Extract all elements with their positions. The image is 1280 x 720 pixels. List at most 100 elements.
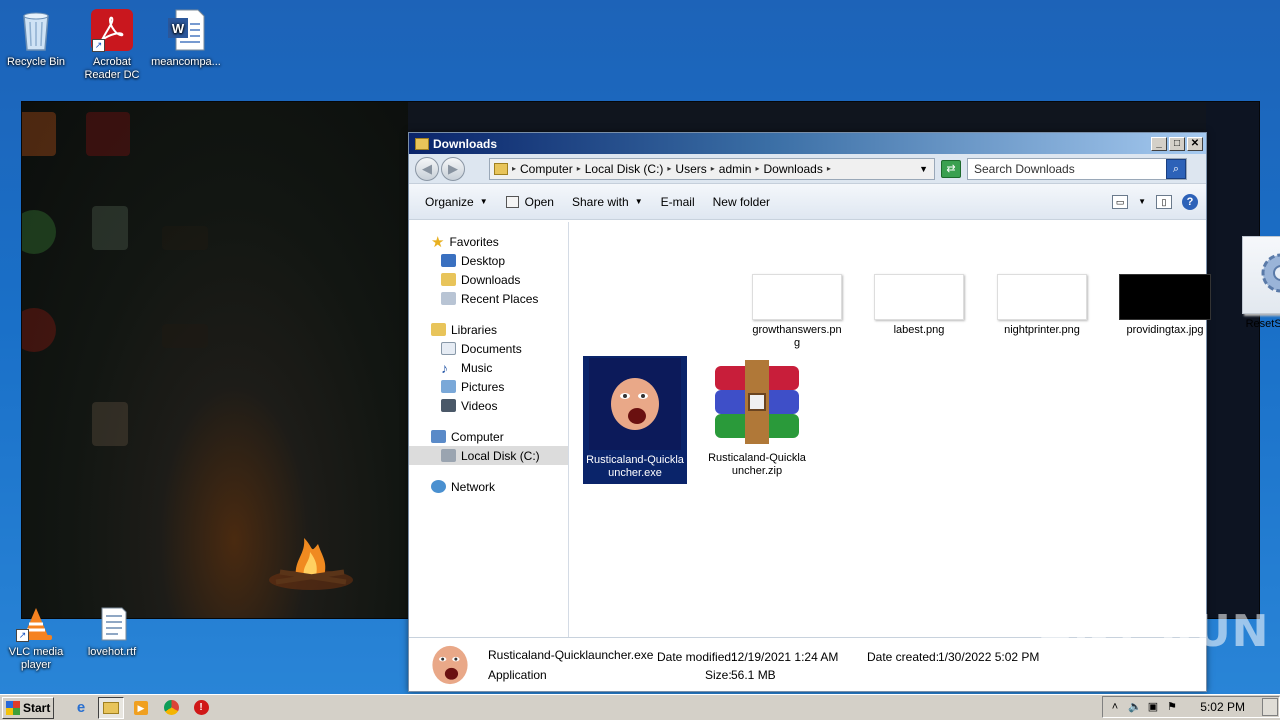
nav-music[interactable]: ♪ Music xyxy=(409,358,568,377)
nav-libraries[interactable]: Libraries xyxy=(409,320,568,339)
share-with-button[interactable]: Share with ▼ xyxy=(564,192,651,212)
show-desktop-button[interactable] xyxy=(1262,698,1278,716)
details-created-label: Date created: xyxy=(867,650,940,664)
desktop-icon-meancompa[interactable]: W meancompa... xyxy=(148,8,224,69)
file-name-wrap: uncher.zip xyxy=(731,465,783,477)
chevron-right-icon[interactable]: ▸ xyxy=(755,164,759,173)
email-label: E-mail xyxy=(660,194,695,209)
file-item[interactable]: growthanswers.pn g xyxy=(745,274,849,350)
nav-computer[interactable]: Computer xyxy=(409,427,568,446)
search-input[interactable]: Search Downloads ⌕ xyxy=(967,157,1187,180)
nav-downloads[interactable]: Downloads xyxy=(409,270,568,289)
volume-icon[interactable]: 🔈 xyxy=(1128,701,1142,713)
desktop-icon-vlc[interactable]: ↗ VLC media player xyxy=(0,606,74,672)
open-button[interactable]: Open xyxy=(498,192,562,212)
chevron-right-icon[interactable]: ▸ xyxy=(827,164,831,173)
breadcrumb-local-disk[interactable]: Local Disk (C:) xyxy=(585,162,664,176)
documents-icon xyxy=(441,342,456,355)
nav-network[interactable]: Network xyxy=(409,477,568,496)
action-center-flag-icon[interactable]: ⚑ xyxy=(1166,701,1178,713)
clock[interactable]: 5:02 PM xyxy=(1200,700,1245,714)
preview-pane-icon[interactable]: ▯ xyxy=(1156,194,1172,209)
nav-label: Favorites xyxy=(449,234,499,249)
file-item[interactable]: nightprinter.png xyxy=(990,274,1094,337)
campfire-scene xyxy=(22,102,408,618)
chevron-down-icon[interactable]: ▼ xyxy=(1138,197,1146,206)
nav-label: Local Disk (C:) xyxy=(461,448,540,463)
winrar-archive-icon xyxy=(711,358,803,448)
minimize-button[interactable]: _ xyxy=(1151,136,1167,151)
network-tray-icon[interactable]: ▣ xyxy=(1147,701,1159,713)
refresh-button[interactable]: ⇄ xyxy=(941,159,961,178)
file-item-selected[interactable]: Rusticaland-Quickla uncher.exe xyxy=(583,356,687,484)
close-button[interactable]: ✕ xyxy=(1187,136,1203,151)
ghost-icon xyxy=(92,206,128,250)
desktop-icon-acrobat[interactable]: ↗ Acrobat Reader DC xyxy=(74,8,150,82)
search-icon[interactable]: ⌕ xyxy=(1166,158,1186,179)
address-history-dropdown[interactable]: ▼ xyxy=(919,164,928,174)
maximize-button[interactable]: □ xyxy=(1169,136,1185,151)
nav-favorites[interactable]: ★ Favorites xyxy=(409,232,568,251)
forward-button[interactable]: ▶ xyxy=(441,156,465,181)
desktop-icon-label: Recycle Bin xyxy=(6,56,66,68)
media-player-icon[interactable]: ▶ xyxy=(128,697,154,719)
breadcrumb-computer[interactable]: Computer xyxy=(520,162,573,176)
ghost-icon xyxy=(162,324,208,348)
desktop-icon-lovehot[interactable]: lovehot.rtf xyxy=(74,606,150,659)
image-thumbnail xyxy=(752,274,842,320)
back-button[interactable]: ◀ xyxy=(415,156,439,181)
chevron-down-icon: ▼ xyxy=(479,197,488,206)
nav-local-disk[interactable]: Local Disk (C:) xyxy=(409,446,568,465)
breadcrumb-downloads[interactable]: Downloads xyxy=(763,162,822,176)
file-item[interactable]: providingtax.jpg xyxy=(1113,274,1217,337)
breadcrumb-admin[interactable]: admin xyxy=(719,162,752,176)
start-button[interactable]: Start xyxy=(2,696,54,719)
file-explorer-icon[interactable] xyxy=(98,696,124,719)
file-item[interactable]: Rusticaland-Quickla uncher.zip xyxy=(705,358,809,478)
change-view-icon[interactable]: ▭ xyxy=(1112,194,1129,209)
music-icon: ♪ xyxy=(441,359,448,376)
new-folder-button[interactable]: New folder xyxy=(705,192,778,212)
chrome-icon[interactable] xyxy=(158,697,184,719)
address-bar[interactable]: ▸ Computer ▸ Local Disk (C:) ▸ Users ▸ a… xyxy=(489,157,935,180)
open-icon xyxy=(505,195,519,208)
nav-recent-places[interactable]: Recent Places xyxy=(409,289,568,308)
file-item[interactable]: ResetSettings.bat xyxy=(1237,236,1280,331)
nav-desktop[interactable]: Desktop xyxy=(409,251,568,270)
new-folder-label: New folder xyxy=(712,194,770,209)
explorer-body: ★ Favorites Desktop Downloads Recent Pla… xyxy=(409,222,1280,637)
acrobat-icon: ↗ xyxy=(90,8,134,52)
word-document-icon: W xyxy=(164,8,208,52)
chevron-right-icon[interactable]: ▸ xyxy=(512,164,516,173)
computer-icon xyxy=(431,430,446,443)
nav-label: Documents xyxy=(461,341,522,356)
search-placeholder: Search Downloads xyxy=(974,161,1075,176)
nav-videos[interactable]: Videos xyxy=(409,396,568,415)
chevron-right-icon[interactable]: ▸ xyxy=(711,164,715,173)
file-item[interactable]: labest.png xyxy=(867,274,971,337)
title-bar[interactable]: Downloads _ □ ✕ xyxy=(409,133,1206,154)
chevron-right-icon[interactable]: ▸ xyxy=(667,164,671,173)
chevron-right-icon[interactable]: ▸ xyxy=(577,164,581,173)
desktop-icon-recycle-bin[interactable]: Recycle Bin xyxy=(0,8,74,69)
email-button[interactable]: E-mail xyxy=(653,192,703,212)
ghost-icon xyxy=(22,308,56,352)
recycle-bin-icon xyxy=(14,8,58,52)
nav-label: Videos xyxy=(461,398,498,413)
nav-label: Libraries xyxy=(451,322,498,337)
stop-sign-icon[interactable]: ! xyxy=(188,697,214,719)
breadcrumb-users[interactable]: Users xyxy=(675,162,706,176)
desktop-icon-label: VLC media player xyxy=(8,646,64,671)
help-icon[interactable]: ? xyxy=(1182,193,1198,210)
organize-button[interactable]: Organize ▼ xyxy=(417,192,496,212)
campfire-icon xyxy=(269,538,353,590)
ghost-icon xyxy=(22,112,56,156)
chevron-up-icon[interactable]: ˄ xyxy=(1109,701,1121,713)
file-name: labest.png xyxy=(893,324,945,336)
pictures-icon xyxy=(441,380,456,393)
internet-explorer-icon[interactable]: e xyxy=(68,697,94,719)
nav-pictures[interactable]: Pictures xyxy=(409,377,568,396)
file-name: ResetSettings.bat xyxy=(1245,318,1280,330)
star-icon: ★ xyxy=(431,233,445,251)
nav-documents[interactable]: Documents xyxy=(409,339,568,358)
